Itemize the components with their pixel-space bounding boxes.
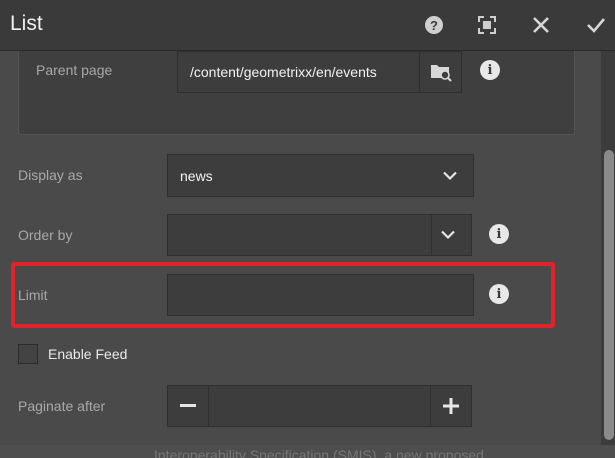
parent-page-panel: Parent page /content/geometrixx/en/event… <box>18 51 575 135</box>
display-as-select[interactable]: news <box>167 154 474 197</box>
paginate-after-label: Paginate after <box>18 398 106 414</box>
limit-info-icon[interactable]: i <box>489 284 509 304</box>
limit-label: Limit <box>18 287 48 303</box>
done-check-icon[interactable] <box>583 12 609 38</box>
parent-page-info-icon[interactable]: i <box>480 60 500 80</box>
parent-page-value: /content/geometrixx/en/events <box>190 64 377 80</box>
order-by-select[interactable] <box>167 214 472 256</box>
plus-icon <box>443 398 459 414</box>
enable-feed-checkbox[interactable] <box>18 344 38 364</box>
parent-page-input[interactable]: /content/geometrixx/en/events <box>177 51 420 93</box>
fullscreen-icon-graphic <box>478 16 496 34</box>
enable-feed-label[interactable]: Enable Feed <box>48 346 127 362</box>
dialog-header: List ? <box>0 0 615 51</box>
minus-icon <box>180 404 196 407</box>
order-by-info-icon[interactable]: i <box>489 224 509 244</box>
info-glyph: i <box>487 62 493 78</box>
chevron-down-icon <box>443 171 457 180</box>
help-icon[interactable]: ? <box>421 12 447 38</box>
close-icon-graphic <box>533 17 549 33</box>
info-glyph: i <box>496 286 502 302</box>
check-icon-graphic <box>587 18 605 33</box>
dialog-title: List <box>10 12 43 35</box>
increment-button[interactable] <box>430 385 472 427</box>
order-by-separator <box>431 215 432 255</box>
help-icon-glyph: ? <box>425 16 443 34</box>
browse-button[interactable] <box>420 51 462 93</box>
dialog-content[interactable]: Parent page /content/geometrixx/en/event… <box>0 51 601 445</box>
fullscreen-icon[interactable] <box>474 12 500 38</box>
page-behind-dialog: Interoperability Specification (SMIS), a… <box>0 445 615 458</box>
decrement-button[interactable] <box>167 385 209 427</box>
close-icon[interactable] <box>528 12 554 38</box>
display-as-value: news <box>180 167 213 184</box>
order-by-label: Order by <box>18 227 73 243</box>
paginate-after-input[interactable] <box>209 385 430 427</box>
parent-page-label: Parent page <box>36 62 113 78</box>
scrollbar-thumb[interactable] <box>604 150 614 440</box>
chevron-down-icon <box>441 230 455 240</box>
display-as-label: Display as <box>18 167 83 183</box>
folder-search-icon <box>430 65 452 82</box>
info-glyph: i <box>496 226 502 242</box>
background-page-text: Interoperability Specification (SMIS), a… <box>154 447 484 458</box>
limit-input[interactable] <box>167 274 474 316</box>
